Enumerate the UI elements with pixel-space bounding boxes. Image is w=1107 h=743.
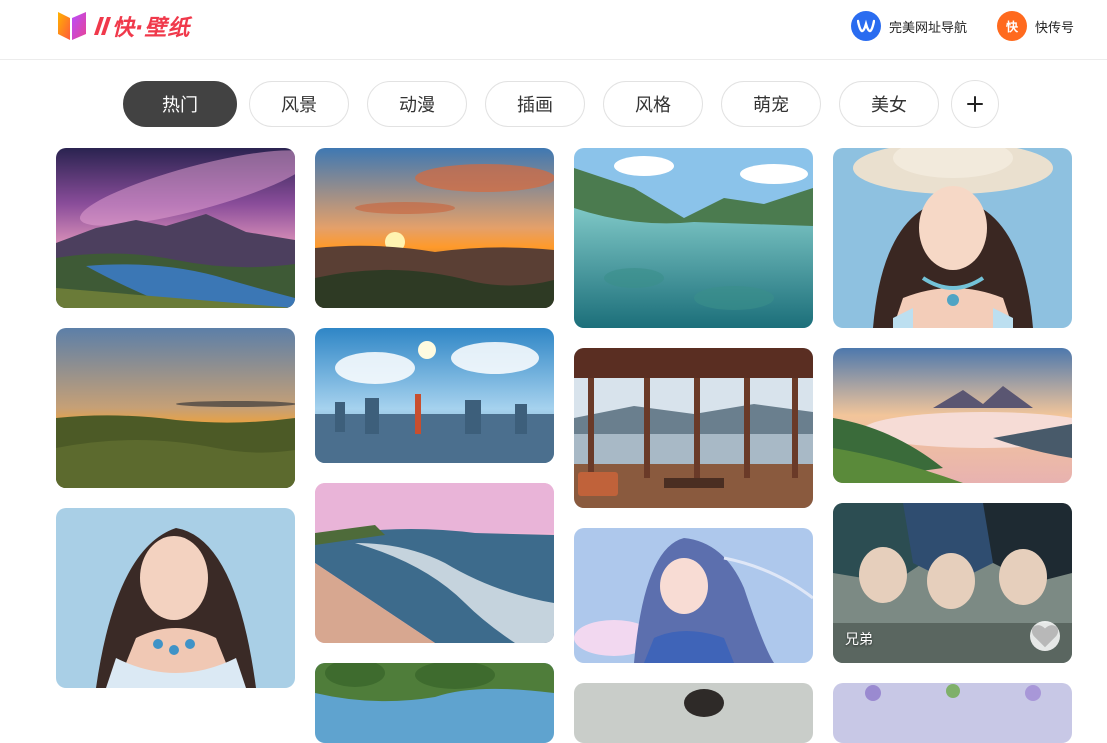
tab-hot[interactable]: 热门 <box>123 81 237 127</box>
wallpaper-card-flowers[interactable] <box>833 683 1072 743</box>
lakeside-pavilion-image <box>574 348 813 508</box>
logo-text: 快·壁纸 <box>112 16 191 41</box>
wallpaper-card-portrait[interactable] <box>574 683 813 743</box>
tab-illustration[interactable]: 插画 <box>485 81 585 127</box>
woman-hat-image <box>833 148 1072 328</box>
woman-blue-top-image <box>56 508 295 688</box>
tab-anime[interactable]: 动漫 <box>367 81 467 127</box>
nav-link-wanmei[interactable]: 完美网址导航 <box>850 11 967 41</box>
like-button[interactable] <box>1030 621 1060 651</box>
logo-stripes-icon <box>94 17 111 35</box>
wallpaper-card-pink-beach[interactable] <box>315 483 554 643</box>
book-logo-icon <box>58 12 86 40</box>
wallpaper-card-clear-water[interactable] <box>574 148 813 328</box>
kuai-icon: 快 <box>996 11 1027 41</box>
anime-girl-image <box>574 528 813 663</box>
nav-link-kuaichuanhao[interactable]: 快 快传号 <box>996 11 1074 41</box>
category-tabs: 热门 风景 动漫 插画 风格 萌宠 美女 <box>123 80 999 128</box>
wallpaper-card-woman-hat[interactable] <box>833 148 1072 328</box>
misty-mountains-image <box>833 348 1072 483</box>
flowers-image <box>833 683 1072 743</box>
add-tab-button[interactable] <box>951 80 999 128</box>
top-links: 完美网址导航 快 快传号 <box>821 11 1074 41</box>
sunset-grassland-image <box>56 328 295 488</box>
tab-pets[interactable]: 萌宠 <box>721 81 821 127</box>
portrait-image <box>574 683 813 743</box>
nav-link-label: 完美网址导航 <box>888 20 967 36</box>
tab-scenery[interactable]: 风景 <box>249 81 349 127</box>
wallpaper-card-anime-girl[interactable] <box>574 528 813 663</box>
wallpaper-card-lakeside-pavilion[interactable] <box>574 348 813 508</box>
wallpaper-card-sunset-clouds[interactable] <box>315 148 554 308</box>
sunset-clouds-image <box>315 148 554 308</box>
logo-wordmark: 快·壁纸 <box>94 10 190 42</box>
pink-beach-image <box>315 483 554 643</box>
top-header: 快·壁纸 完美网址导航 快 快传号 <box>0 0 1107 60</box>
wallpaper-card-tropical-coast[interactable] <box>315 663 554 743</box>
site-logo[interactable]: 快·壁纸 <box>56 10 190 42</box>
tab-beauty[interactable]: 美女 <box>839 81 939 127</box>
tab-style[interactable]: 风格 <box>603 81 703 127</box>
wallpaper-card-galaxy-lake[interactable] <box>56 148 295 308</box>
wallpaper-card-woman-blue-top[interactable] <box>56 508 295 688</box>
card-caption: 兄弟 <box>845 632 873 648</box>
nav-link-label: 快传号 <box>1034 20 1074 36</box>
wallpaper-card-brothers[interactable]: 兄弟 <box>833 503 1072 663</box>
plus-icon <box>967 96 983 112</box>
clear-water-image <box>574 148 813 328</box>
tropical-coast-image <box>315 663 554 743</box>
wallpaper-card-misty-mountains[interactable] <box>833 348 1072 483</box>
wallpaper-card-city-skyline[interactable] <box>315 328 554 463</box>
kuai-icon-glyph: 快 <box>1005 19 1018 34</box>
heart-icon <box>1031 625 1059 648</box>
galaxy-lake-image <box>56 148 295 308</box>
w-icon <box>850 11 881 41</box>
city-skyline-image <box>315 328 554 463</box>
wallpaper-card-sunset-grassland[interactable] <box>56 328 295 488</box>
